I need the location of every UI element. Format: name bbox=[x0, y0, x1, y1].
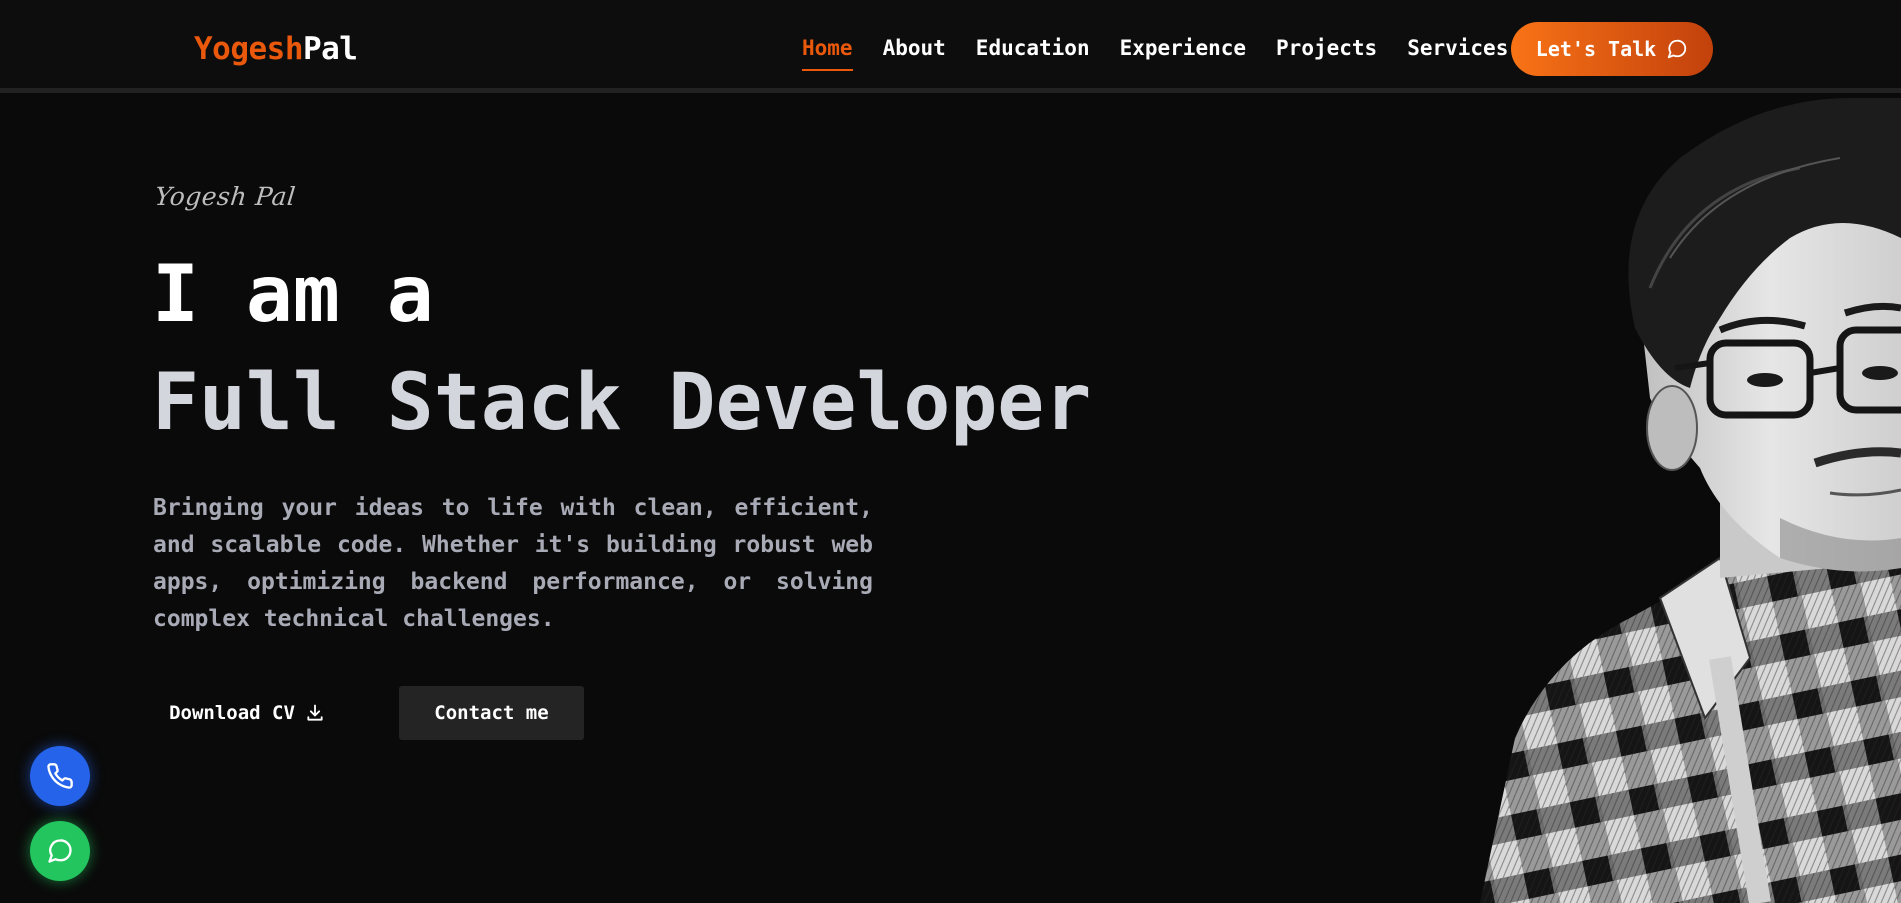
navbar: YogeshPal Home About Education Experienc… bbox=[0, 0, 1901, 93]
nav-links: Home About Education Experience Projects… bbox=[802, 36, 1538, 71]
nav-link-experience[interactable]: Experience bbox=[1120, 36, 1246, 68]
hero-heading-role: Full Stack Developer bbox=[152, 358, 1092, 448]
chat-bubble-icon bbox=[1668, 39, 1687, 59]
nav-link-about[interactable]: About bbox=[883, 36, 946, 68]
contact-me-label: Contact me bbox=[434, 702, 549, 724]
portrait-image bbox=[1480, 98, 1901, 903]
nav-link-education[interactable]: Education bbox=[976, 36, 1090, 68]
page: YogeshPal Home About Education Experienc… bbox=[0, 0, 1901, 903]
phone-icon bbox=[47, 763, 73, 789]
download-cv-label: Download CV bbox=[169, 702, 295, 724]
whatsapp-float-button[interactable] bbox=[30, 821, 90, 881]
phone-float-button[interactable] bbox=[30, 746, 90, 806]
logo[interactable]: YogeshPal bbox=[194, 31, 358, 67]
nav-link-projects[interactable]: Projects bbox=[1276, 36, 1377, 68]
hero-name: Yogesh Pal bbox=[153, 182, 298, 211]
hero-description: Bringing your ideas to life with clean, … bbox=[153, 495, 873, 632]
logo-last: Pal bbox=[302, 31, 358, 67]
lets-talk-label: Let's Talk bbox=[1535, 37, 1657, 61]
whatsapp-icon bbox=[48, 839, 72, 863]
download-icon bbox=[307, 704, 323, 721]
lets-talk-button[interactable]: Let's Talk bbox=[1511, 22, 1713, 76]
download-cv-button[interactable]: Download CV bbox=[153, 686, 341, 740]
logo-first: Yogesh bbox=[194, 31, 303, 67]
nav-link-home[interactable]: Home bbox=[802, 36, 853, 71]
contact-me-button[interactable]: Contact me bbox=[399, 686, 584, 740]
nav-link-services[interactable]: Services bbox=[1407, 36, 1508, 68]
hero-heading-line1: I am a bbox=[152, 250, 434, 340]
